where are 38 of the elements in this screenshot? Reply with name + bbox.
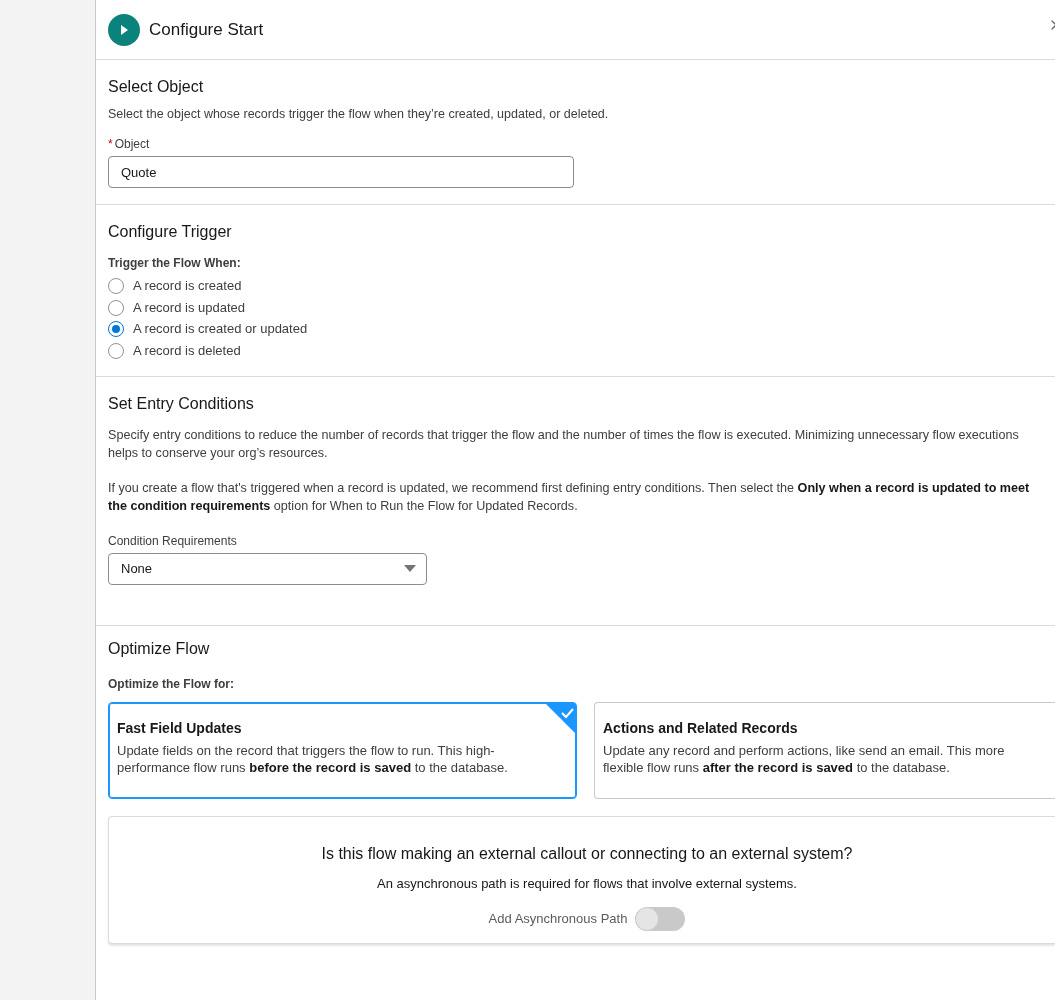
card-description: Update any record and perform actions, like send an email. This more flexible flow runs after the record is saved to the database. [603, 741, 1006, 776]
section-paragraph: Specify entry conditions to reduce the number of records that trigger the flow and the number of times the flow is executed. Minimizing unnecessary flow executions helps to conserve your org’s resources. [108, 426, 1020, 462]
radio-button[interactable] [108, 299, 124, 316]
radio-button[interactable] [108, 342, 124, 359]
callout-question: Is this flow making an external callout or connecting to an external system? [320, 843, 854, 864]
section-paragraph: If you create a flow that's triggered when a record is updated, we recommend first defining entry conditions. Then select the Only when a record is updated to meet the condition requirements option for When to Run the Flow for Updated Records. [108, 479, 1031, 515]
section-title: Configure Trigger [108, 222, 233, 242]
required-asterisk: * [108, 137, 113, 151]
section-title: Select Object [108, 77, 205, 97]
section-title: Optimize Flow [108, 638, 211, 659]
callout-note: An asynchronous path is required for flows that involve external systems. [376, 874, 798, 893]
checkmark-icon [545, 702, 576, 734]
field-label: Condition Requirements [108, 532, 238, 549]
toggle-label: Add Asynchronous Path [488, 911, 628, 927]
card-description: Update fields on the record that triggers the flow to run. This high-performance flow runs before the record is saved to the database. [117, 741, 509, 776]
option-card[interactable]: Actions and Related Records Update any record and perform actions, like send an email. This more flexible flow runs after the record is saved to the database. [594, 701, 1055, 799]
option-card[interactable]: Fast Field Updates Update fields on the record that triggers the flow to run. This high-performance flow runs before the record is saved to the database. [108, 701, 577, 799]
close-icon[interactable] [1051, 20, 1055, 30]
group-label: Optimize the Flow for: [108, 675, 235, 692]
radio-label[interactable]: A record is created or updated [133, 320, 308, 339]
toggle-switch[interactable] [635, 906, 686, 931]
radio-label[interactable]: A record is updated [133, 298, 246, 317]
section-title: Set Entry Conditions [108, 393, 255, 414]
radio-label[interactable]: A record is created [133, 276, 242, 295]
object-input[interactable]: Quote [108, 156, 574, 188]
group-label: Trigger the Flow When: [108, 255, 242, 271]
section-description: Select the object whose records trigger the flow when they’re created, updated, or deleted. [108, 106, 610, 123]
play-icon [108, 13, 140, 46]
radio-label[interactable]: A record is deleted [133, 341, 241, 360]
field-label: Object [114, 136, 150, 152]
card-title: Fast Field Updates [117, 718, 243, 738]
dropdown-value: None [121, 561, 153, 577]
card-title: Actions and Related Records [603, 718, 799, 738]
radio-button[interactable] [108, 321, 124, 338]
radio-button[interactable] [108, 277, 124, 294]
condition-dropdown[interactable]: None [108, 552, 427, 585]
panel-title: Configure Start [149, 18, 264, 41]
caret-down-icon [404, 565, 416, 573]
